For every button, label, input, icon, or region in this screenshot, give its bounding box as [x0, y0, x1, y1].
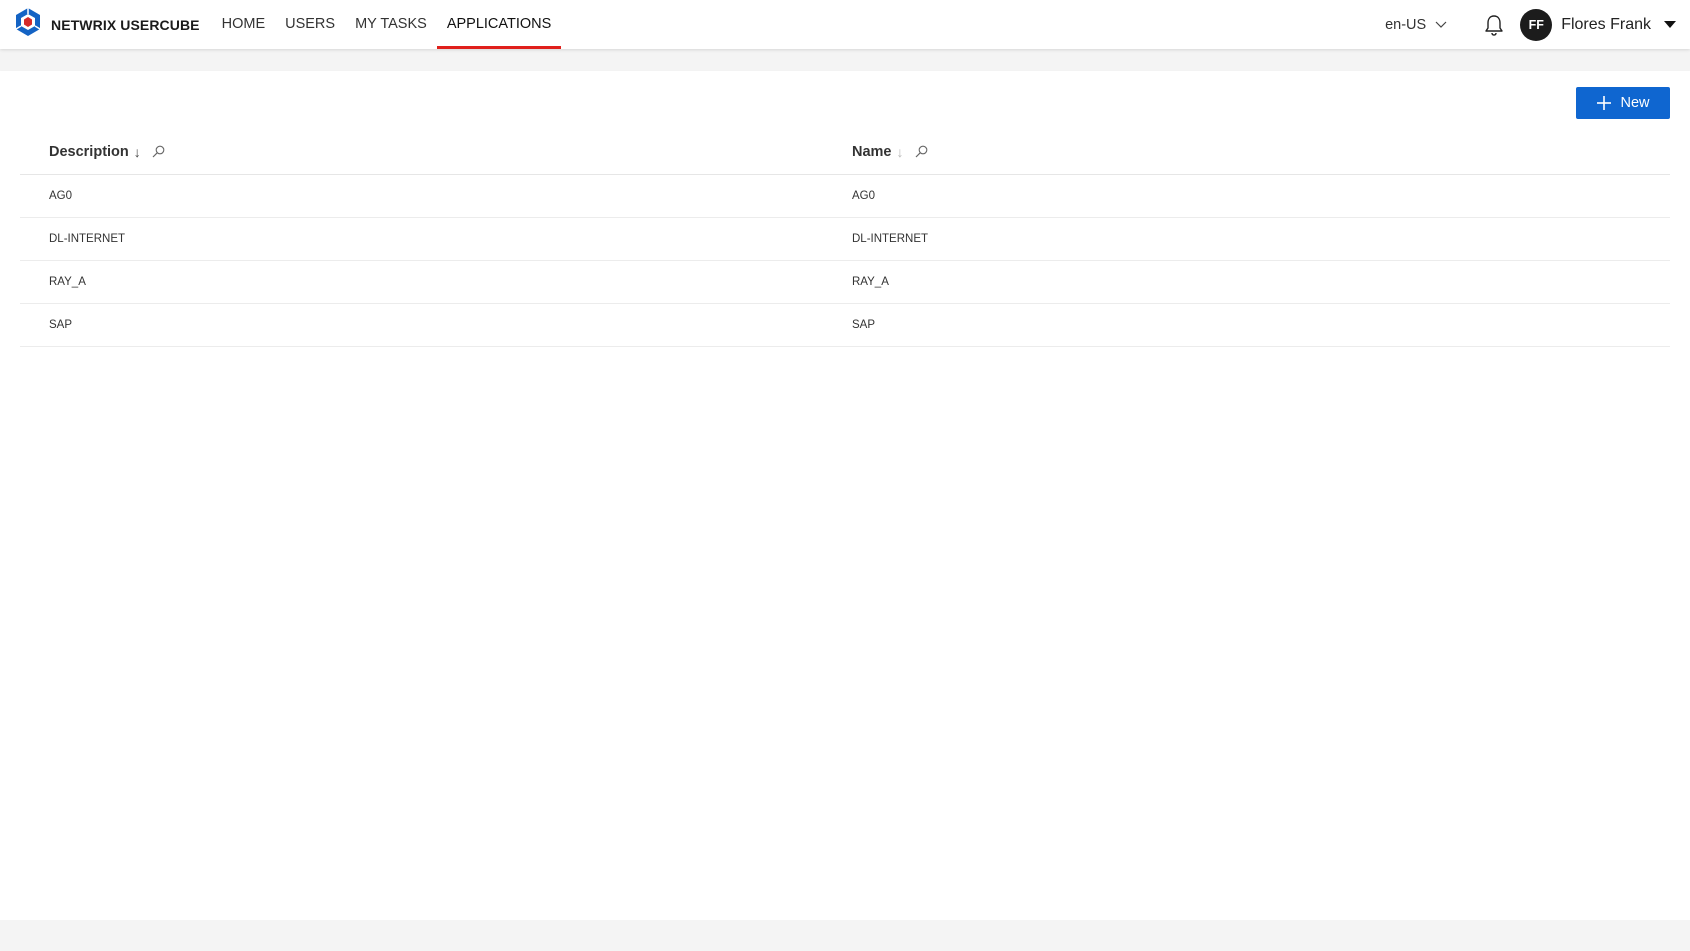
column-label-name[interactable]: Name	[852, 144, 892, 160]
cell-name: RAY_A	[852, 276, 889, 288]
footer-strip	[0, 920, 1690, 951]
nav-my-tasks[interactable]: MY TASKS	[345, 0, 437, 49]
chevron-down-icon	[1435, 21, 1447, 28]
table-header: Description ↓ Name ↓	[20, 129, 1670, 175]
arrow-down-icon[interactable]: ↓	[897, 145, 904, 159]
cell-name: AG0	[852, 190, 876, 202]
brand[interactable]: NETWRIX USERCUBE	[13, 0, 200, 49]
cell-description: SAP	[49, 319, 73, 331]
search-icon[interactable]	[915, 145, 928, 158]
new-button-label: New	[1620, 95, 1650, 111]
main-nav: HOME USERS MY TASKS APPLICATIONS	[212, 0, 562, 49]
cell-description: DL-INTERNET	[49, 233, 126, 245]
bell-icon	[1485, 14, 1503, 36]
new-button[interactable]: New	[1576, 87, 1670, 119]
top-bar: NETWRIX USERCUBE HOME USERS MY TASKS APP…	[0, 0, 1690, 49]
notifications-button[interactable]	[1483, 13, 1505, 37]
language-selector[interactable]: en-US	[1385, 17, 1447, 33]
table-row[interactable]: RAY_A RAY_A	[20, 261, 1670, 304]
user-menu[interactable]: FF Flores Frank	[1517, 8, 1676, 41]
table-row[interactable]: SAP SAP	[20, 304, 1670, 347]
brand-name: NETWRIX USERCUBE	[51, 16, 200, 33]
column-label-description[interactable]: Description	[49, 144, 129, 160]
user-name: Flores Frank	[1561, 15, 1651, 33]
plus-icon	[1597, 96, 1612, 110]
caret-down-icon	[1664, 20, 1676, 28]
applications-table: Description ↓ Name ↓ AG0 AG0 DL-INTERNET…	[20, 129, 1670, 347]
applications-panel: New Description ↓ Name ↓ AG0 AG0 DL-INTE…	[0, 71, 1690, 920]
arrow-down-icon[interactable]: ↓	[134, 145, 141, 159]
column-header-description: Description ↓	[20, 144, 852, 160]
table-row[interactable]: DL-INTERNET DL-INTERNET	[20, 218, 1670, 261]
usercube-logo-icon	[13, 7, 43, 42]
nav-home[interactable]: HOME	[212, 0, 276, 49]
search-icon[interactable]	[152, 145, 165, 158]
header-actions: en-US FF Flores Frank	[1385, 0, 1690, 49]
nav-users[interactable]: USERS	[275, 0, 345, 49]
cell-name: DL-INTERNET	[852, 233, 929, 245]
cell-description: RAY_A	[49, 276, 86, 288]
table-row[interactable]: AG0 AG0	[20, 175, 1670, 218]
language-value: en-US	[1385, 16, 1427, 33]
avatar: FF	[1520, 8, 1553, 41]
nav-applications[interactable]: APPLICATIONS	[436, 0, 562, 49]
cell-description: AG0	[49, 190, 73, 202]
cell-name: SAP	[852, 319, 876, 331]
column-header-name: Name ↓	[852, 144, 1670, 160]
